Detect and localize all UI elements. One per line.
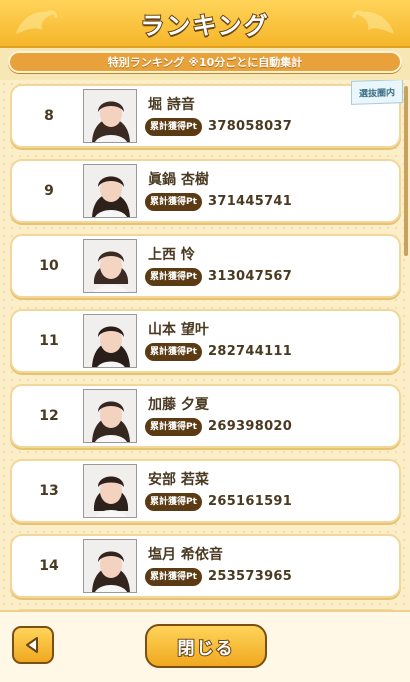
member-photo <box>83 539 137 593</box>
points-badge: 累計獲得Pt <box>145 268 202 286</box>
member-score: 282744111 <box>208 344 293 359</box>
points-badge: 累計獲得Pt <box>145 418 202 436</box>
selection-ribbon: 選抜圏内 <box>351 80 403 105</box>
member-photo <box>83 164 137 218</box>
member-name: 眞鍋 杏樹 <box>148 172 209 188</box>
ranking-card[interactable]: 10 上西 怜 累計獲得Pt 313047567 <box>10 234 401 298</box>
member-score: 269398020 <box>208 419 293 434</box>
member-photo <box>83 239 137 293</box>
points-badge: 累計獲得Pt <box>145 493 202 511</box>
rank-number: 9 <box>44 183 54 199</box>
rank-number: 10 <box>39 258 59 274</box>
points-badge: 累計獲得Pt <box>145 193 202 211</box>
ranking-card[interactable]: 13 安部 若菜 累計獲得Pt 265161591 <box>10 459 401 523</box>
ranking-card[interactable]: 12 加藤 夕夏 累計獲得Pt 269398020 <box>10 384 401 448</box>
scrollbar-thumb[interactable] <box>404 86 408 256</box>
page-title: ランキング <box>139 11 270 41</box>
member-photo <box>83 89 137 143</box>
ranking-subtitle-bar: 特別ランキング ※10分ごとに自動集計 <box>8 51 402 73</box>
ranking-card[interactable]: 8 堀 詩音 累計獲得Pt 378058037 選抜圏内 <box>10 80 403 148</box>
ranking-subtitle: 特別ランキング ※10分ごとに自動集計 <box>107 56 303 69</box>
back-button[interactable] <box>12 626 54 664</box>
ranking-card[interactable]: 11 山本 望叶 累計獲得Pt 282744111 <box>10 309 401 373</box>
member-score: 265161591 <box>208 494 293 509</box>
points-badge: 累計獲得Pt <box>145 118 202 136</box>
member-name: 加藤 夕夏 <box>148 397 209 413</box>
header-bar: ランキング <box>0 0 410 48</box>
ranking-card[interactable]: 9 眞鍋 杏樹 累計獲得Pt 371445741 <box>10 159 401 223</box>
member-score: 371445741 <box>208 194 293 209</box>
ranking-card[interactable]: 14 塩月 希依音 累計獲得Pt 253573965 <box>10 534 401 598</box>
member-photo <box>83 314 137 368</box>
rank-number: 11 <box>39 333 59 349</box>
rank-number: 13 <box>39 483 59 499</box>
points-badge: 累計獲得Pt <box>145 568 202 586</box>
close-button[interactable]: 閉じる <box>145 624 267 668</box>
member-name: 堀 詩音 <box>148 97 195 113</box>
member-name: 塩月 希依音 <box>148 547 223 563</box>
member-name: 上西 怜 <box>148 247 195 263</box>
footer-bar: 閉じる <box>0 610 410 682</box>
bird-ornament-icon <box>16 10 58 34</box>
points-badge: 累計獲得Pt <box>145 343 202 361</box>
member-photo <box>83 389 137 443</box>
member-name: 山本 望叶 <box>148 322 209 338</box>
bird-ornament-icon <box>352 10 394 34</box>
ranking-list[interactable]: 8 堀 詩音 累計獲得Pt 378058037 選抜圏内 9 眞鍋 杏樹 累計獲… <box>0 80 410 610</box>
member-score: 378058037 <box>208 119 293 134</box>
member-name: 安部 若菜 <box>148 472 209 488</box>
left-triangle-icon <box>26 637 38 653</box>
rank-number: 14 <box>39 558 59 574</box>
member-photo <box>83 464 137 518</box>
member-score: 253573965 <box>208 569 293 584</box>
member-score: 313047567 <box>208 269 293 284</box>
rank-number: 12 <box>39 408 59 424</box>
close-button-label: 閉じる <box>177 638 235 660</box>
rank-number: 8 <box>44 108 54 124</box>
scrollbar[interactable] <box>404 86 408 606</box>
